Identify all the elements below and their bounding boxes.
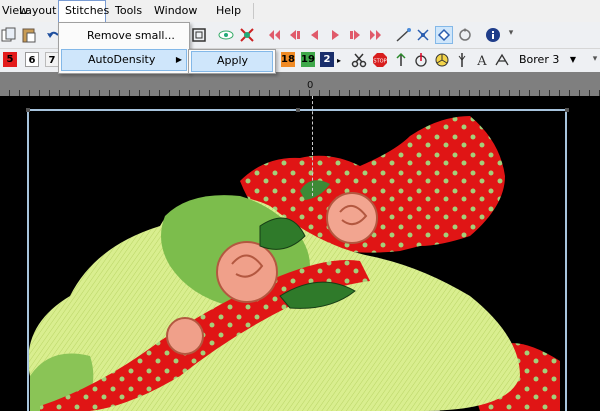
last-stitch-icon[interactable] bbox=[366, 26, 384, 44]
line-tool-icon[interactable] bbox=[394, 26, 412, 44]
menu-stitches[interactable]: Stitches bbox=[58, 0, 109, 22]
menu-help[interactable]: Help bbox=[210, 0, 247, 22]
chevron-down-icon: ▼ bbox=[569, 55, 576, 64]
shape-select-icon[interactable] bbox=[435, 26, 453, 44]
hide-stitches-icon[interactable] bbox=[238, 26, 256, 44]
autodensity-submenu: Apply bbox=[188, 49, 276, 74]
toolbar-overflow-icon-2[interactable]: ▾ bbox=[590, 54, 600, 64]
color-wheel-icon[interactable] bbox=[433, 51, 451, 69]
horizontal-ruler[interactable]: 0 bbox=[0, 72, 600, 96]
frame-handle-tr[interactable] bbox=[565, 108, 569, 112]
toolbar-overflow-icon[interactable]: ▾ bbox=[506, 28, 516, 38]
prev-color-icon[interactable] bbox=[286, 26, 304, 44]
prev-stitch-icon[interactable] bbox=[306, 26, 324, 44]
color-slot-2[interactable]: 2 bbox=[320, 52, 334, 67]
stop-icon[interactable]: STOP bbox=[371, 51, 389, 69]
submenu-arrow-icon: ▶ bbox=[175, 55, 182, 64]
next-stitch-icon[interactable] bbox=[326, 26, 344, 44]
menu-window[interactable]: Window bbox=[148, 0, 203, 22]
ruler-zero-label: 0 bbox=[307, 80, 314, 91]
menu-bar: View Layout Stitches Tools Window Help bbox=[0, 0, 600, 23]
menu-item-apply[interactable]: Apply bbox=[191, 51, 273, 72]
stitches-menu: Remove small... AutoDensity ▶ bbox=[58, 22, 190, 74]
hoop-frame[interactable] bbox=[27, 109, 567, 411]
design-canvas[interactable] bbox=[0, 96, 600, 411]
color-slot-6[interactable]: 6 bbox=[25, 52, 39, 67]
frame-handle-tl[interactable] bbox=[26, 108, 30, 112]
copy-icon[interactable] bbox=[0, 26, 18, 44]
thread-color-value: Borer 3 bbox=[519, 53, 560, 66]
menu-item-autodensity[interactable]: AutoDensity ▶ bbox=[61, 49, 187, 71]
color-slot-7[interactable]: 7 bbox=[45, 52, 59, 67]
more-colors-icon[interactable]: ▸ bbox=[334, 51, 344, 69]
menu-tools[interactable]: Tools bbox=[109, 0, 148, 22]
menu-item-autodensity-label: AutoDensity bbox=[88, 53, 156, 66]
scissors-icon[interactable] bbox=[350, 51, 368, 69]
color-slot-19[interactable]: 19 bbox=[301, 52, 315, 67]
menu-item-apply-label: Apply bbox=[217, 54, 249, 67]
view-eye-icon[interactable] bbox=[217, 26, 235, 44]
thread-color-combo[interactable]: Borer 3 ▼ bbox=[514, 51, 580, 69]
needle-up-icon[interactable] bbox=[392, 51, 410, 69]
center-guide bbox=[312, 96, 313, 196]
first-stitch-icon[interactable] bbox=[266, 26, 284, 44]
menu-item-remove-small[interactable]: Remove small... bbox=[61, 25, 187, 47]
needle-trim-icon[interactable] bbox=[412, 51, 430, 69]
menu-separator bbox=[253, 3, 254, 19]
needle-icon[interactable] bbox=[453, 51, 471, 69]
svg-text:A: A bbox=[476, 54, 487, 68]
info-icon[interactable] bbox=[484, 26, 502, 44]
paste-icon[interactable] bbox=[20, 26, 38, 44]
rotate-icon[interactable] bbox=[456, 26, 474, 44]
stitch-edit-icon[interactable] bbox=[414, 26, 432, 44]
svg-text:STOP: STOP bbox=[373, 59, 386, 65]
color-slot-18[interactable]: 18 bbox=[281, 52, 295, 67]
menu-layout[interactable]: Layout bbox=[13, 0, 62, 22]
frame-handle-top[interactable] bbox=[296, 108, 300, 112]
monogram-icon[interactable] bbox=[493, 51, 511, 69]
select-box-icon[interactable] bbox=[190, 26, 208, 44]
menu-item-remove-small-label: Remove small... bbox=[87, 29, 175, 42]
color-slot-5[interactable]: 5 bbox=[3, 52, 17, 67]
next-color-icon[interactable] bbox=[346, 26, 364, 44]
lettering-icon[interactable]: A bbox=[473, 51, 491, 69]
